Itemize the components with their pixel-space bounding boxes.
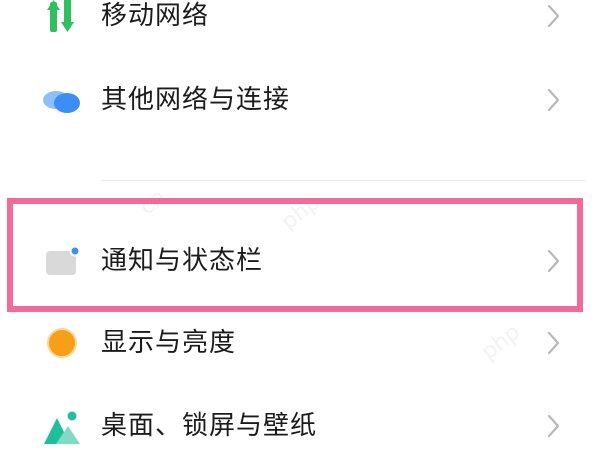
settings-item-label: 通知与状态栏 bbox=[101, 246, 264, 276]
watermark-text: php bbox=[276, 189, 326, 236]
settings-item-wallpaper[interactable]: 桌面、锁屏与壁纸 bbox=[0, 396, 600, 450]
wallpaper-icon bbox=[44, 411, 80, 444]
section-divider bbox=[101, 180, 586, 181]
settings-item-label: 移动网络 bbox=[101, 1, 210, 31]
chevron-right-icon bbox=[547, 331, 560, 355]
settings-item-label: 其他网络与连接 bbox=[101, 85, 291, 115]
chevron-right-icon bbox=[547, 4, 560, 28]
watermark-text: cn bbox=[135, 184, 171, 221]
chevron-right-icon bbox=[547, 249, 560, 273]
settings-item-label: 桌面、锁屏与壁纸 bbox=[101, 411, 318, 441]
chevron-right-icon bbox=[547, 88, 560, 112]
settings-item-mobile-network[interactable]: 移动网络 bbox=[0, 0, 600, 46]
chevron-right-icon bbox=[547, 414, 560, 438]
settings-item-label: 显示与亮度 bbox=[101, 328, 237, 358]
cloud-connection-icon bbox=[43, 91, 80, 113]
notification-icon bbox=[46, 245, 81, 275]
settings-item-notifications-status-bar[interactable]: 通知与状态栏 bbox=[0, 231, 600, 291]
settings-item-other-networks[interactable]: 其他网络与连接 bbox=[0, 70, 600, 130]
mobile-data-icon bbox=[47, 0, 74, 32]
display-brightness-icon bbox=[47, 328, 77, 358]
